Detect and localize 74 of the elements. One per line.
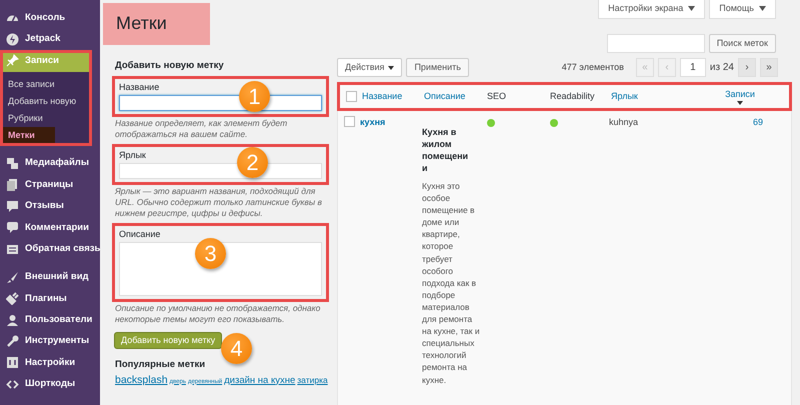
wrench-icon [6, 335, 19, 348]
brush-icon [6, 270, 19, 284]
dropdown-button[interactable]: Настройки экрана [598, 0, 706, 18]
search-button[interactable]: Поиск меток [708, 34, 776, 53]
column-header[interactable]: Записи [691, 88, 789, 106]
form-icon [6, 242, 19, 256]
submenu-item[interactable]: Рубрики [0, 110, 51, 127]
help-text: Ярлык — это вариант названия, подходящий для URL. Обычно содержит только латинские буквы в нижнем регистре, цифры и дефисы. [115, 186, 323, 220]
field-label: Название [119, 81, 160, 94]
checkbox[interactable] [346, 91, 357, 102]
media-icon [6, 156, 19, 170]
submenu-item[interactable]: Добавить новую [0, 92, 84, 110]
field-label: Ярлык [119, 149, 146, 162]
section-heading: Добавить новую метку [115, 59, 225, 73]
sidebar-item[interactable]: Отзывы [0, 196, 100, 217]
description-title: Кухня в жилом помещении [422, 126, 470, 174]
bulk-actions-dropdown[interactable]: Действия [337, 58, 402, 77]
tag-link[interactable]: затирка [297, 372, 328, 388]
pagination-button[interactable]: » [760, 58, 778, 77]
sidebar-item[interactable]: Инструменты [0, 330, 100, 352]
column-header[interactable]: Ярлык [611, 90, 691, 104]
bolt-circle-icon [6, 32, 19, 46]
description-text: Кухня это особое помещение в доме или квартире, которое требует особого подхода как в подборе материалов для ремонта на кухне, так и специальных технологий ремонта на кухне. [422, 180, 480, 386]
apply-button[interactable]: Применить [406, 58, 469, 77]
caret-icon [688, 6, 696, 12]
column-header: Readability [550, 90, 596, 103]
tag-link[interactable]: backsplash [115, 372, 168, 388]
section-heading: Популярные метки [115, 358, 206, 372]
sidebar-item[interactable]: Шорткоды [0, 374, 100, 396]
help-text: Описание по умолчанию не отображается, однако некоторые темы могут его показывать. [115, 303, 322, 326]
sidebar-item[interactable]: Медиафайлы [0, 152, 100, 174]
page-total: из 24 [710, 61, 734, 75]
table-cell-text: kuhnya [609, 116, 640, 129]
sidebar-item[interactable]: Настройки [0, 352, 100, 374]
column-header[interactable]: Название [362, 90, 424, 104]
sidebar-item[interactable]: Обратная связь [0, 238, 100, 260]
tag-name-link[interactable]: кухня [360, 116, 422, 130]
caret-icon [388, 66, 394, 70]
sidebar-item[interactable]: Страницы [0, 174, 100, 196]
speech-bubble-icon [6, 200, 19, 213]
sidebar-item[interactable]: Пользователи [0, 310, 100, 331]
pages-icon [6, 178, 19, 192]
search-field[interactable] [606, 34, 705, 53]
tag-link[interactable]: дизайн на кухне [224, 372, 296, 388]
post-count-link[interactable]: 69 [752, 116, 763, 130]
sidebar-item[interactable]: Комментарии [0, 216, 100, 238]
sidebar-item[interactable]: Плагины [0, 288, 100, 310]
user-icon [6, 314, 19, 327]
dropdown-button[interactable]: Помощь [709, 0, 776, 18]
settings-icon [6, 356, 19, 370]
pagination-button[interactable]: › [738, 58, 756, 77]
column-header[interactable]: Описание [424, 90, 487, 104]
callout-badge: 2 [237, 147, 268, 178]
page-number-field[interactable]: 1 [680, 58, 706, 77]
item-count: 477 элементов [562, 60, 624, 74]
sidebar-item[interactable]: Консоль [0, 7, 100, 28]
callout-badge: 1 [239, 81, 270, 112]
checkbox[interactable] [344, 116, 355, 127]
text-area[interactable] [119, 242, 322, 296]
sort-arrow-icon [737, 101, 743, 106]
code-icon [6, 378, 19, 391]
help-text: Название определяет, как элемент будет отображаться на вашем сайте. [115, 118, 288, 140]
page-title: Метки [116, 13, 167, 35]
comment-icon [6, 221, 19, 234]
submenu-item[interactable]: Все записи [0, 76, 63, 93]
field-label: Описание [119, 228, 160, 240]
sidebar-item[interactable]: Внешний вид [0, 266, 100, 288]
pin-icon [6, 54, 19, 68]
submenu-item[interactable]: Метки [0, 126, 55, 144]
callout-badge: 4 [221, 333, 252, 364]
column-header: SEO [487, 90, 508, 103]
plug-icon [6, 292, 19, 306]
caret-icon [759, 6, 766, 12]
sidebar-item[interactable]: Jetpack [0, 28, 100, 50]
